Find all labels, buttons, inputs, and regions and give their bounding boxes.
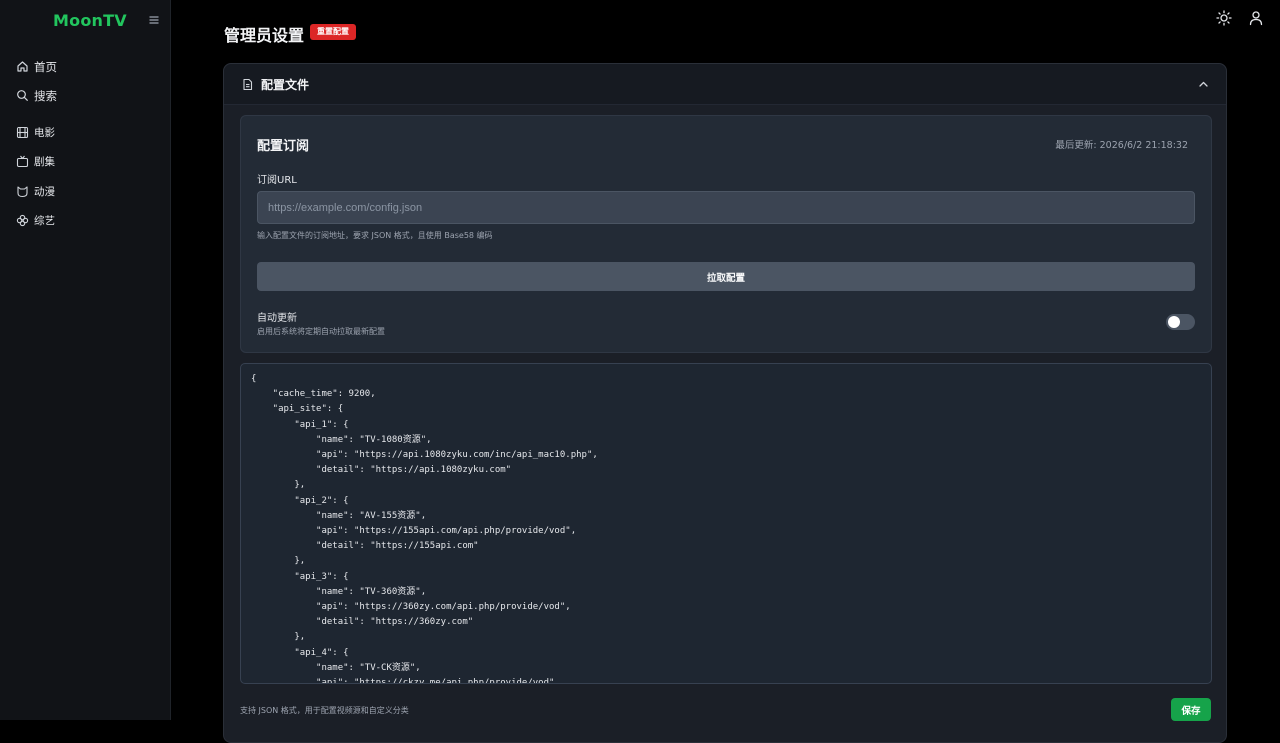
page-title: 管理员设置 [224,26,305,45]
sidebar-item-label: 首页 [34,60,57,74]
tv-icon [16,155,29,168]
subscription-url-hint: 输入配置文件的订阅地址，要求 JSON 格式，且使用 Base58 编码 [257,231,493,240]
home-icon [17,61,28,72]
chevron-up-icon[interactable] [1198,79,1209,90]
sidebar-item-label: 剧集 [34,156,55,168]
sidebar-item-label: 综艺 [34,215,55,227]
sidebar-item-movies[interactable]: 电影 [0,120,171,146]
auto-update-hint: 启用后系统将定期自动拉取最新配置 [257,327,385,336]
brand-logo[interactable]: MoonTV [53,11,127,30]
sidebar-item-home[interactable]: 首页 [0,54,171,80]
config-json-content: { "cache_time": 9200, "api_site": { "api… [251,374,598,684]
cat-icon [17,186,28,198]
subscription-card: 配置订阅 最后更新: 2026/6/2 21:18:32 订阅URL 输入配置文… [240,115,1212,353]
config-json-editor[interactable]: { "cache_time": 9200, "api_site": { "api… [240,363,1212,684]
config-file-panel: 配置文件 配置订阅 最后更新: 2026/6/2 21:18:32 订阅URL … [223,63,1227,743]
auto-update-toggle[interactable] [1166,314,1195,330]
sidebar-item-label: 电影 [34,127,55,139]
panel-title: 配置文件 [261,78,310,92]
menu-icon[interactable] [148,14,160,26]
pull-config-button[interactable]: 拉取配置 [257,262,1195,291]
user-icon[interactable] [1248,10,1264,26]
sidebar-item-series[interactable]: 剧集 [0,149,171,175]
search-icon [17,90,28,101]
subscription-url-input[interactable] [257,191,1195,224]
auto-update-label: 自动更新 [257,313,297,324]
sidebar-item-label: 动漫 [34,186,55,198]
sidebar-item-anime[interactable]: 动漫 [0,179,171,205]
sidebar-item-label: 搜索 [34,89,57,103]
film-icon [16,126,29,139]
clover-icon [16,214,29,227]
sidebar-item-search[interactable]: 搜索 [0,83,171,109]
editor-footer-hint: 支持 JSON 格式，用于配置视频源和自定义分类 [240,706,409,715]
last-updated-text: 最后更新: 2026/6/2 21:18:32 [1055,140,1188,151]
sidebar-item-variety[interactable]: 综艺 [0,208,171,234]
file-icon [243,78,253,91]
reset-config-button[interactable]: 重置配置 [310,24,356,40]
toggle-knob [1168,316,1180,328]
subscription-url-label: 订阅URL [257,175,297,186]
save-button[interactable]: 保存 [1171,698,1211,721]
theme-toggle-sun-icon[interactable] [1216,10,1232,26]
subscription-title: 配置订阅 [257,139,310,154]
sidebar: MoonTV 首页 搜索 电影 剧集 动漫 综艺 [0,0,171,720]
config-file-panel-header[interactable]: 配置文件 [224,64,1226,105]
